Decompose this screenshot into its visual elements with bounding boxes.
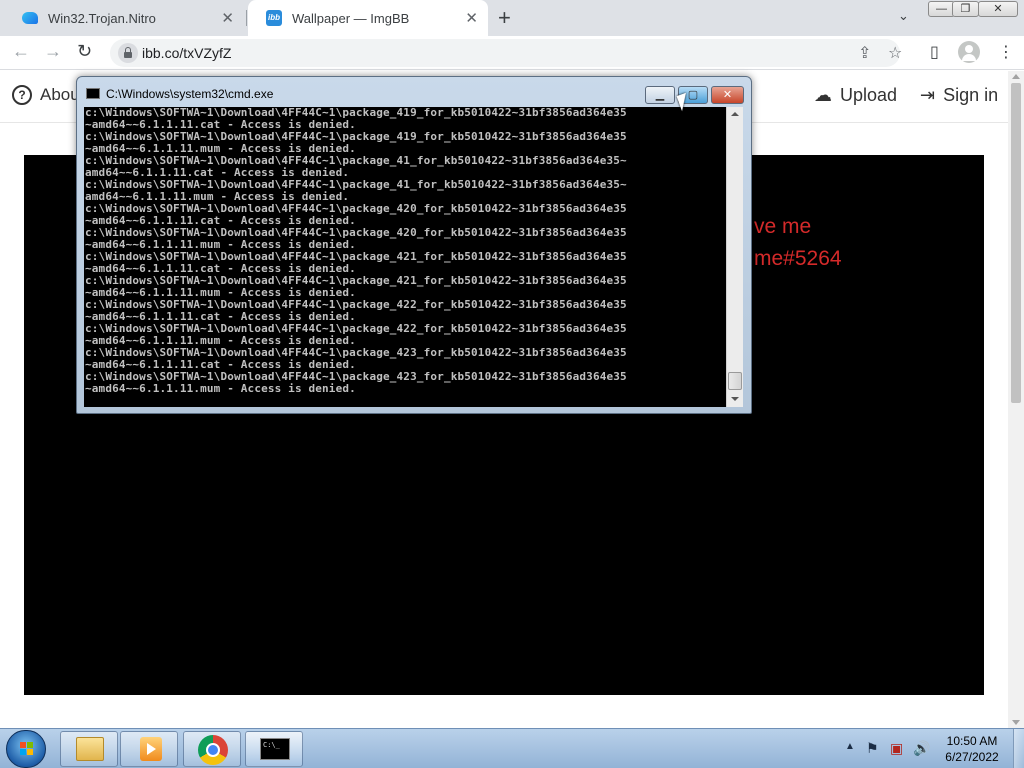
- cmd-console-output[interactable]: c:\Windows\SOFTWA~1\Download\4FF44C~1\pa…: [84, 107, 726, 407]
- tab-separator: [246, 10, 247, 26]
- bookmark-star-icon[interactable]: ☆: [888, 43, 902, 63]
- upload-button[interactable]: ☁ Upload: [814, 85, 897, 106]
- console-line: ~amd64~~6.1.1.11.mum - Access is denied.: [85, 382, 356, 395]
- start-button[interactable]: [6, 730, 46, 768]
- tab-win32-trojan-nitro[interactable]: Win32.Trojan.Nitro ✕: [4, 0, 244, 36]
- sign-in-icon: ⇥: [920, 85, 936, 105]
- imgbb-favicon-icon: ibb: [266, 10, 282, 26]
- cmd-title-bar[interactable]: C:\Windows\system32\cmd.exe ▁ ▢ ✕: [77, 77, 751, 107]
- network-icon[interactable]: ▣: [890, 740, 903, 757]
- scroll-down-arrow-icon[interactable]: [731, 397, 739, 401]
- reload-icon[interactable]: ↻: [77, 41, 92, 62]
- cmd-scrollbar[interactable]: [726, 107, 743, 407]
- show-desktop-button[interactable]: [1013, 729, 1024, 768]
- taskbar-explorer-button[interactable]: [60, 731, 118, 767]
- cmd-icon: C:\_: [260, 738, 290, 760]
- back-arrow-icon[interactable]: ←: [12, 41, 30, 62]
- browser-tab-strip: Win32.Trojan.Nitro ✕ ibb Wallpaper — Img…: [0, 0, 1024, 36]
- cloud-upload-icon: ☁: [814, 85, 832, 105]
- url-text[interactable]: ibb.co/txVZyfZ: [142, 45, 231, 61]
- media-player-icon: [140, 737, 162, 761]
- tray-expand-chevron-icon[interactable]: ▲: [845, 741, 855, 752]
- taskbar-media-player-button[interactable]: [120, 731, 178, 767]
- cmd-close-button[interactable]: ✕: [711, 86, 744, 104]
- sign-in-button[interactable]: ⇥ Sign in: [920, 85, 998, 106]
- sign-in-label: Sign in: [943, 85, 999, 105]
- clock-time: 10:50 AM: [946, 734, 998, 748]
- tab-title: Win32.Trojan.Nitro: [48, 10, 156, 26]
- taskbar-chrome-button[interactable]: [183, 731, 241, 767]
- address-bar[interactable]: ibb.co/txVZyfZ ⇪ ☆: [110, 39, 902, 67]
- tab-search-chevron-icon[interactable]: ⌄: [898, 8, 909, 24]
- about-link[interactable]: ? About: [12, 85, 84, 105]
- windows-logo-icon: [20, 742, 34, 756]
- upload-label: Upload: [840, 85, 898, 105]
- cmd-window[interactable]: C:\Windows\system32\cmd.exe ▁ ▢ ✕ c:\Win…: [76, 76, 752, 414]
- cmd-window-title: C:\Windows\system32\cmd.exe: [106, 87, 274, 101]
- page-scrollbar[interactable]: [1008, 71, 1024, 728]
- side-panel-icon[interactable]: ▯: [930, 42, 939, 62]
- tab-close-icon[interactable]: ✕: [465, 9, 478, 27]
- edge-favicon-icon: [22, 12, 38, 24]
- folder-icon: [76, 737, 104, 761]
- browser-maximize-button[interactable]: ❐: [952, 1, 979, 17]
- browser-minimize-button[interactable]: —: [928, 1, 955, 17]
- system-clock[interactable]: 10:50 AM 6/27/2022: [935, 733, 1009, 765]
- scrollbar-thumb[interactable]: [1011, 83, 1021, 403]
- tab-wallpaper-imgbb[interactable]: ibb Wallpaper — ImgBB ✕: [248, 0, 488, 36]
- share-icon[interactable]: ⇪: [858, 43, 871, 63]
- cmd-minimize-button[interactable]: ▁: [645, 86, 675, 104]
- profile-avatar-icon[interactable]: [958, 41, 980, 63]
- wallpaper-text-line-2: me#5264: [754, 247, 842, 270]
- forward-arrow-icon[interactable]: →: [44, 41, 62, 62]
- cmd-app-icon[interactable]: [86, 88, 100, 99]
- volume-icon[interactable]: 🔊: [913, 740, 930, 757]
- scroll-down-arrow-icon[interactable]: [1012, 720, 1020, 725]
- taskbar: C:\_ ▲ ⚑ ▣ 🔊 10:50 AM 6/27/2022: [0, 728, 1024, 768]
- browser-toolbar: ← → ↻ ibb.co/txVZyfZ ⇪ ☆ ▯ ⋮: [0, 36, 1024, 70]
- taskbar-cmd-button[interactable]: C:\_: [245, 731, 303, 767]
- desktop-screen: Win32.Trojan.Nitro ✕ ibb Wallpaper — Img…: [0, 0, 1024, 768]
- tab-close-icon[interactable]: ✕: [221, 9, 234, 27]
- action-center-flag-icon[interactable]: ⚑: [866, 740, 879, 757]
- new-tab-button[interactable]: +: [498, 5, 511, 31]
- clock-date: 6/27/2022: [945, 750, 999, 764]
- scroll-up-arrow-icon[interactable]: [731, 112, 739, 116]
- lock-icon[interactable]: [118, 43, 138, 63]
- browser-close-button[interactable]: ✕: [978, 1, 1018, 17]
- tab-title: Wallpaper — ImgBB: [292, 10, 410, 26]
- chrome-icon: [198, 735, 228, 765]
- question-circle-icon: ?: [12, 85, 32, 105]
- scrollbar-thumb[interactable]: [728, 372, 742, 390]
- chrome-menu-icon[interactable]: ⋮: [998, 42, 1014, 62]
- scroll-up-arrow-icon[interactable]: [1012, 74, 1020, 79]
- wallpaper-text-line-1: ve me: [754, 215, 812, 238]
